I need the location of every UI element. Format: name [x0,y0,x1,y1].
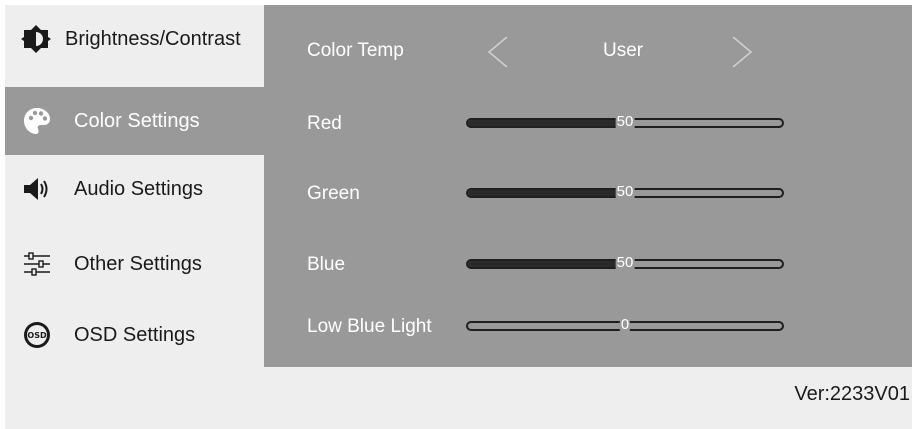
low-blue-light-value: 0 [619,316,631,334]
osd-icon: OSD [22,320,52,350]
sidebar-item-osd-settings[interactable]: OSD OSD Settings [5,301,264,369]
osd-menu: Brightness/Contrast Color Settings Audio… [5,5,912,429]
blue-slider-fill [468,261,625,267]
green-value: 50 [615,183,635,201]
chevron-right-icon[interactable] [730,35,754,74]
blue-label: Blue [307,254,346,275]
low-blue-light-label: Low Blue Light [307,316,432,337]
svg-text:OSD: OSD [27,331,47,340]
red-slider-fill [468,120,625,126]
red-label: Red [307,113,342,134]
brightness-icon [21,24,51,54]
sidebar-item-label: Color Settings [74,109,200,132]
red-value: 50 [615,113,635,131]
blue-slider[interactable]: 50 [466,254,784,272]
sidebar-item-color-settings[interactable]: Color Settings [5,87,264,155]
palette-icon [22,106,52,136]
green-slider-fill [468,190,625,196]
green-label: Green [307,183,360,204]
sidebar-item-other-settings[interactable]: Other Settings [5,230,264,298]
red-slider[interactable]: 50 [466,113,784,131]
blue-value: 50 [615,254,635,272]
green-slider[interactable]: 50 [466,183,784,201]
color-temp-label: Color Temp [307,40,404,61]
sidebar-item-label: Other Settings [74,252,202,275]
chevron-left-icon[interactable] [486,35,510,74]
sidebar-item-brightness-contrast[interactable]: Brightness/Contrast [5,5,264,73]
speaker-icon [22,174,52,204]
sidebar-item-label: OSD Settings [74,323,196,346]
sidebar-item-label: Audio Settings [74,177,203,200]
color-settings-panel: Color Temp User Red 50 Green 50 Blue 50 … [264,5,912,367]
color-temp-value: User [603,40,644,61]
low-blue-light-slider[interactable]: 0 [466,316,784,334]
sidebar-item-audio-settings[interactable]: Audio Settings [5,155,264,223]
version-label: Ver:2233V01 [794,383,910,405]
sliders-icon [22,249,52,279]
sidebar: Brightness/Contrast Color Settings Audio… [5,5,264,367]
sidebar-item-label: Brightness/Contrast [65,27,241,50]
